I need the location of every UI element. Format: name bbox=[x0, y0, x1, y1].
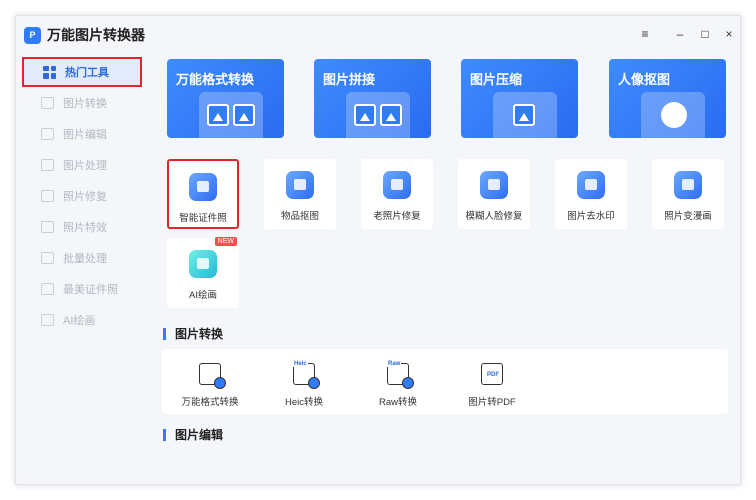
sidebar-item-batch[interactable]: 批量处理 bbox=[22, 243, 142, 273]
convert-item-label: 万能格式转换 bbox=[181, 397, 239, 408]
new-badge: NEW bbox=[214, 237, 237, 246]
banner-title: 图片拼接 bbox=[323, 72, 376, 87]
repair-icon bbox=[383, 171, 411, 199]
tool-photo-cartoon[interactable]: 照片变漫画 bbox=[652, 159, 724, 229]
tool-face-repair[interactable]: 模糊人脸修复 bbox=[458, 159, 530, 229]
banner-image-stitch[interactable]: 图片拼接 bbox=[314, 59, 431, 138]
format-convert-art-icon bbox=[199, 92, 263, 138]
app-name: 万能图片转换器 bbox=[47, 27, 145, 43]
convert-item-heic[interactable]: Heic Heic转换 bbox=[264, 361, 344, 408]
convert-panel: 万能格式转换 Heic Heic转换 Raw Raw转换 PDF 图片转PDF bbox=[162, 349, 728, 414]
format-convert-icon bbox=[199, 363, 226, 389]
sidebar-item-photo-repair[interactable]: 照片修复 bbox=[22, 181, 142, 211]
sidebar-item-ai-paint[interactable]: AI绘画 bbox=[22, 305, 142, 335]
sidebar-item-hot-tools[interactable]: 热门工具 bbox=[22, 57, 142, 87]
heic-icon: Heic bbox=[293, 361, 320, 389]
tool-watermark-remove[interactable]: 图片去水印 bbox=[555, 159, 627, 229]
tool-old-photo-repair[interactable]: 老照片修复 bbox=[361, 159, 433, 229]
ai-paint-icon bbox=[189, 250, 217, 278]
tool-label: 图片去水印 bbox=[567, 211, 615, 222]
photo-effects-icon bbox=[41, 221, 54, 233]
tool-object-cutout[interactable]: 物品抠图 bbox=[264, 159, 336, 229]
grid-icon bbox=[43, 65, 56, 79]
sidebar-item-image-convert[interactable]: 图片转换 bbox=[22, 88, 142, 118]
image-convert-icon bbox=[41, 97, 54, 109]
batch-icon bbox=[41, 252, 54, 264]
sidebar-item-image-process[interactable]: 图片处理 bbox=[22, 150, 142, 180]
sidebar-item-label: 图片转换 bbox=[63, 98, 107, 110]
photo-repair-icon bbox=[41, 190, 54, 202]
face-repair-icon bbox=[480, 171, 508, 199]
convert-item-label: Raw转换 bbox=[378, 397, 417, 408]
sidebar-item-label: 照片特效 bbox=[63, 222, 107, 234]
banner-title: 图片压缩 bbox=[470, 72, 523, 87]
app-title: P 万能图片转换器 bbox=[24, 25, 145, 45]
convert-item-raw[interactable]: Raw Raw转换 bbox=[358, 361, 438, 408]
sidebar-item-label: 图片编辑 bbox=[63, 129, 107, 141]
cutout-icon bbox=[286, 171, 314, 199]
sidebar-nav: 热门工具 图片转换 图片编辑 图片处理 照片修复 照片特效 批量处理 最美证件照… bbox=[22, 57, 142, 336]
banner-title: 人像抠图 bbox=[618, 72, 671, 87]
sidebar-item-label: 照片修复 bbox=[63, 191, 107, 203]
sidebar-item-label: AI绘画 bbox=[63, 315, 96, 327]
image-process-icon bbox=[41, 159, 54, 171]
pdf-icon: PDF bbox=[481, 363, 503, 385]
id-photo-icon bbox=[41, 283, 54, 295]
image-edit-icon bbox=[41, 128, 54, 140]
tool-label: 物品抠图 bbox=[280, 211, 319, 222]
tool-label: 照片变漫画 bbox=[664, 211, 712, 222]
portrait-art-icon bbox=[641, 92, 705, 138]
tool-label: 智能证件照 bbox=[179, 213, 227, 224]
sidebar-item-id-photo[interactable]: 最美证件照 bbox=[22, 274, 142, 304]
sidebar-item-label: 批量处理 bbox=[63, 253, 107, 265]
cartoon-icon bbox=[674, 171, 702, 199]
app-logo-icon: P bbox=[24, 26, 41, 44]
banner-title: 万能格式转换 bbox=[176, 72, 255, 87]
raw-icon: Raw bbox=[387, 361, 414, 389]
sidebar-item-label: 热门工具 bbox=[65, 67, 109, 79]
sidebar: P 万能图片转换器 热门工具 图片转换 图片编辑 图片处理 照片修复 照片特效 … bbox=[16, 16, 150, 484]
banner-image-compress[interactable]: 图片压缩 bbox=[461, 59, 578, 138]
sidebar-item-photo-effects[interactable]: 照片特效 bbox=[22, 212, 142, 242]
tool-id-photo[interactable]: 智能证件照 bbox=[167, 159, 239, 229]
tool-label: 老照片修复 bbox=[373, 211, 421, 222]
tool-label: AI绘画 bbox=[189, 290, 217, 301]
id-photo-icon bbox=[189, 173, 217, 201]
tool-ai-paint[interactable]: NEW AI绘画 bbox=[167, 237, 239, 308]
banner-format-convert[interactable]: 万能格式转换 bbox=[167, 59, 284, 138]
banner-portrait-cutout[interactable]: 人像抠图 bbox=[609, 59, 726, 138]
convert-item-pdf[interactable]: PDF 图片转PDF bbox=[452, 363, 532, 408]
convert-item-label: 图片转PDF bbox=[468, 397, 516, 408]
tool-label: 模糊人脸修复 bbox=[465, 211, 523, 222]
section-title-convert: 图片转换 bbox=[163, 328, 223, 340]
sidebar-item-label: 最美证件照 bbox=[63, 284, 118, 296]
main-content: 万能格式转换 图片拼接 图片压缩 人像抠图 智能证件照 物品抠图 老照片修复 模… bbox=[150, 16, 740, 484]
stitch-art-icon bbox=[346, 92, 410, 138]
sidebar-item-image-edit[interactable]: 图片编辑 bbox=[22, 119, 142, 149]
compress-art-icon bbox=[493, 92, 557, 138]
sidebar-item-label: 图片处理 bbox=[63, 160, 107, 172]
section-title-edit: 图片编辑 bbox=[163, 429, 223, 441]
app-window: P 万能图片转换器 热门工具 图片转换 图片编辑 图片处理 照片修复 照片特效 … bbox=[15, 15, 741, 485]
convert-item-format[interactable]: 万能格式转换 bbox=[170, 363, 250, 408]
convert-item-label: Heic转换 bbox=[284, 397, 323, 408]
watermark-icon bbox=[577, 171, 605, 199]
ai-paint-icon bbox=[41, 314, 54, 326]
